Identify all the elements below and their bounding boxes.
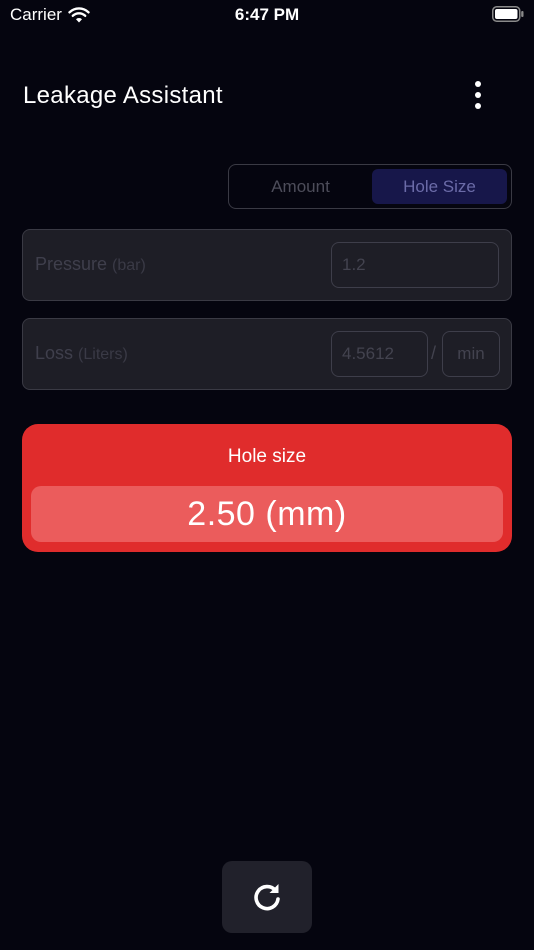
loss-unit: (Liters): [78, 346, 128, 363]
menu-dot: [475, 92, 481, 98]
result-title: Hole size: [227, 446, 307, 467]
pressure-label: Pressure (bar): [35, 254, 146, 275]
mode-toggle: Amount Hole Size: [228, 164, 512, 209]
pressure-input[interactable]: 1.2: [331, 242, 499, 288]
loss-label: Loss (Liters): [35, 343, 128, 364]
more-vertical-icon[interactable]: [468, 78, 488, 112]
result-card: Hole size 2.50 (mm): [22, 424, 512, 552]
pressure-label-text: Pressure: [35, 254, 108, 274]
rate-separator: /: [431, 343, 437, 363]
status-bar: Carrier 6:47 PM: [0, 0, 534, 30]
tab-hole-size[interactable]: Hole Size: [372, 169, 507, 204]
pressure-unit: (bar): [112, 257, 146, 274]
result-value: 2.50 (mm): [31, 486, 503, 542]
refresh-icon: [254, 884, 280, 911]
loss-input[interactable]: 4.5612: [331, 331, 428, 377]
loss-row: Loss (Liters) 4.5612 / min: [22, 318, 512, 390]
pressure-row: Pressure (bar) 1.2: [22, 229, 512, 301]
battery-icon: [492, 6, 524, 22]
menu-dot: [475, 103, 481, 109]
loss-label-text: Loss: [35, 343, 74, 363]
tab-amount[interactable]: Amount: [233, 169, 368, 204]
app-screen: Carrier 6:47 PM Leakage Assistant Amount…: [0, 0, 534, 950]
refresh-button[interactable]: [222, 861, 312, 933]
page-title: Leakage Assistant: [23, 82, 223, 109]
time-unit-select[interactable]: min: [442, 331, 500, 377]
status-time: 6:47 PM: [234, 5, 300, 24]
menu-dot: [475, 81, 481, 87]
